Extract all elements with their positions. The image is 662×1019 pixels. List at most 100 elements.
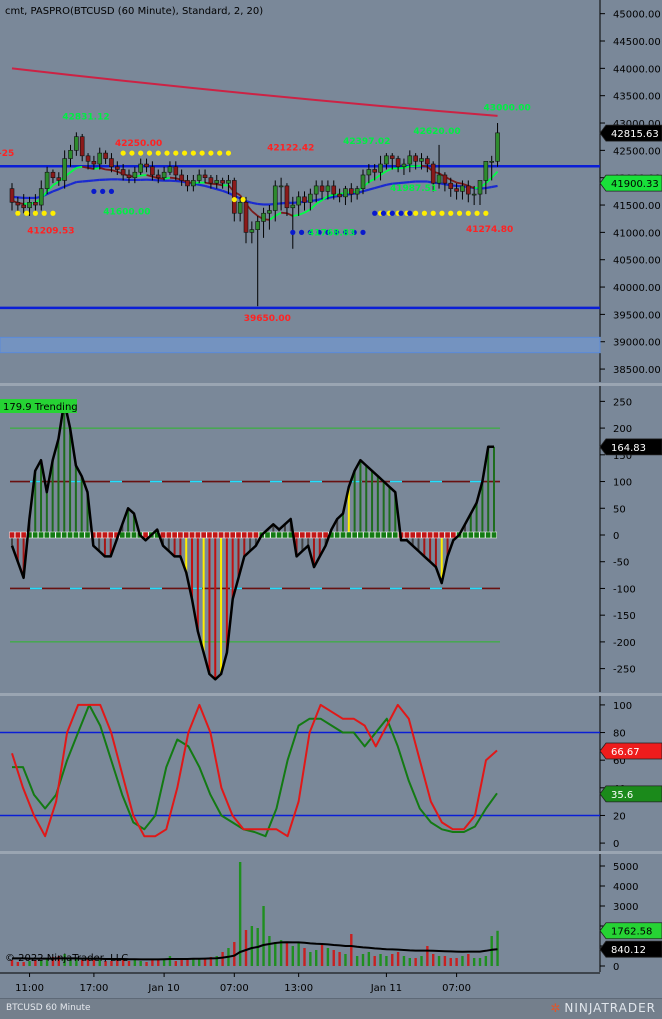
cci-zero-marker	[468, 532, 473, 538]
yellow-dot	[33, 211, 38, 216]
yellow-dot	[15, 211, 20, 216]
cci-tick-label: -150	[613, 611, 636, 622]
candle-body	[109, 159, 113, 167]
candle-body	[379, 164, 383, 172]
time-tick-label: 17:00	[79, 983, 108, 994]
cci-zero-marker	[393, 532, 398, 538]
time-tick-label: 11:00	[15, 983, 44, 994]
price-annotation: 41768.83	[308, 229, 355, 239]
candle-body	[215, 180, 219, 183]
fast-ma-segment	[170, 178, 176, 179]
candle-body	[291, 205, 295, 208]
cci-zero-marker	[462, 532, 467, 538]
candle-body	[63, 159, 67, 181]
copyright-text: © 2022 NinjaTrader, LLC	[5, 953, 128, 964]
cci-tick-label: 100	[613, 478, 632, 489]
candle-body	[197, 175, 201, 180]
candle-body	[145, 164, 149, 167]
blue-dot	[299, 230, 304, 235]
candle-body	[390, 156, 394, 159]
candle-body	[180, 175, 184, 180]
yellow-dot	[439, 211, 444, 216]
candle-body	[232, 180, 236, 213]
slow-ma-segment	[199, 185, 205, 186]
candle-body	[349, 189, 353, 194]
candle-body	[431, 164, 435, 183]
slow-ma-segment	[486, 187, 492, 188]
cci-zero-marker	[207, 532, 212, 538]
cci-zero-marker	[15, 532, 20, 538]
volume-tick-label: 5000	[613, 862, 638, 873]
cci-zero-marker	[166, 532, 171, 538]
yellow-dot	[208, 150, 213, 155]
price-tick-label: 44500.00	[613, 37, 661, 48]
fast-ma-segment	[281, 213, 287, 214]
yellow-dot	[156, 150, 161, 155]
cci-zero-marker	[67, 532, 72, 538]
blue-dot	[109, 189, 114, 194]
cci-zero-marker	[38, 532, 43, 538]
cci-zero-marker	[73, 532, 78, 538]
candle-body	[414, 156, 418, 161]
cci-zero-marker	[486, 532, 491, 538]
price-tick-label: 38500.00	[613, 365, 661, 376]
cci-zero-marker	[178, 532, 183, 538]
slow-ma-segment	[94, 180, 100, 181]
stoch-tick-label: 80	[613, 729, 626, 740]
cci-zero-marker	[445, 532, 450, 538]
cci-tick-label: 200	[613, 424, 632, 435]
cci-tick-label: -100	[613, 584, 636, 595]
candle-body	[303, 197, 307, 202]
yellow-dot	[191, 150, 196, 155]
cci-zero-marker	[213, 532, 218, 538]
candle-body	[256, 221, 260, 229]
fast-ma-segment	[293, 215, 299, 216]
price-annotation: -25	[0, 149, 14, 159]
candle-body	[466, 186, 470, 194]
fast-ma-segment	[422, 166, 428, 167]
blue-dot	[381, 211, 386, 216]
cci-tick-label: 250	[613, 397, 632, 408]
chart-canvas[interactable]: 45000.0044500.0044000.0043500.0043000.00…	[0, 0, 662, 998]
candle-body	[384, 156, 388, 164]
price-annotation: 42831.12	[62, 113, 109, 123]
cci-zero-marker	[50, 532, 55, 538]
slow-ma-segment	[88, 180, 94, 181]
candle-body	[443, 175, 447, 183]
yellow-dot	[483, 211, 488, 216]
price-annotation: 43000.00	[484, 103, 531, 113]
candle-body	[308, 194, 312, 202]
fast-ma-segment	[416, 166, 422, 167]
yellow-dot	[413, 211, 418, 216]
candle-body	[238, 202, 242, 213]
cci-tick-label: -200	[613, 638, 636, 649]
price-annotation: 42620.00	[413, 127, 460, 137]
fast-ma-segment	[211, 184, 217, 185]
candle-body	[244, 202, 248, 232]
blue-dot	[372, 211, 377, 216]
cci-zero-marker	[491, 532, 496, 538]
cci-zero-marker	[9, 532, 14, 538]
volume-tick-label: 0	[613, 962, 619, 973]
cci-zero-marker	[277, 532, 282, 538]
candle-body	[86, 156, 90, 161]
price-annotation: 41600.00	[103, 207, 150, 217]
cci-zero-marker	[404, 532, 409, 538]
cci-zero-marker	[108, 532, 113, 538]
yellow-dot	[226, 150, 231, 155]
blue-dot	[390, 211, 395, 216]
candle-body	[139, 164, 143, 172]
yellow-dot	[50, 211, 55, 216]
cci-zero-marker	[340, 532, 345, 538]
candle-body	[156, 175, 160, 178]
yellow-dot	[147, 150, 152, 155]
candle-body	[209, 178, 213, 183]
cci-zero-marker	[381, 532, 386, 538]
price-annotation: 39650.00	[244, 314, 291, 324]
cci-zero-marker	[375, 532, 380, 538]
cci-zero-marker	[247, 532, 252, 538]
cci-zero-marker	[224, 532, 229, 538]
candle-body	[51, 172, 55, 177]
cci-last-tag-label: 164.83	[611, 443, 646, 454]
slow-ma-segment	[18, 197, 24, 198]
